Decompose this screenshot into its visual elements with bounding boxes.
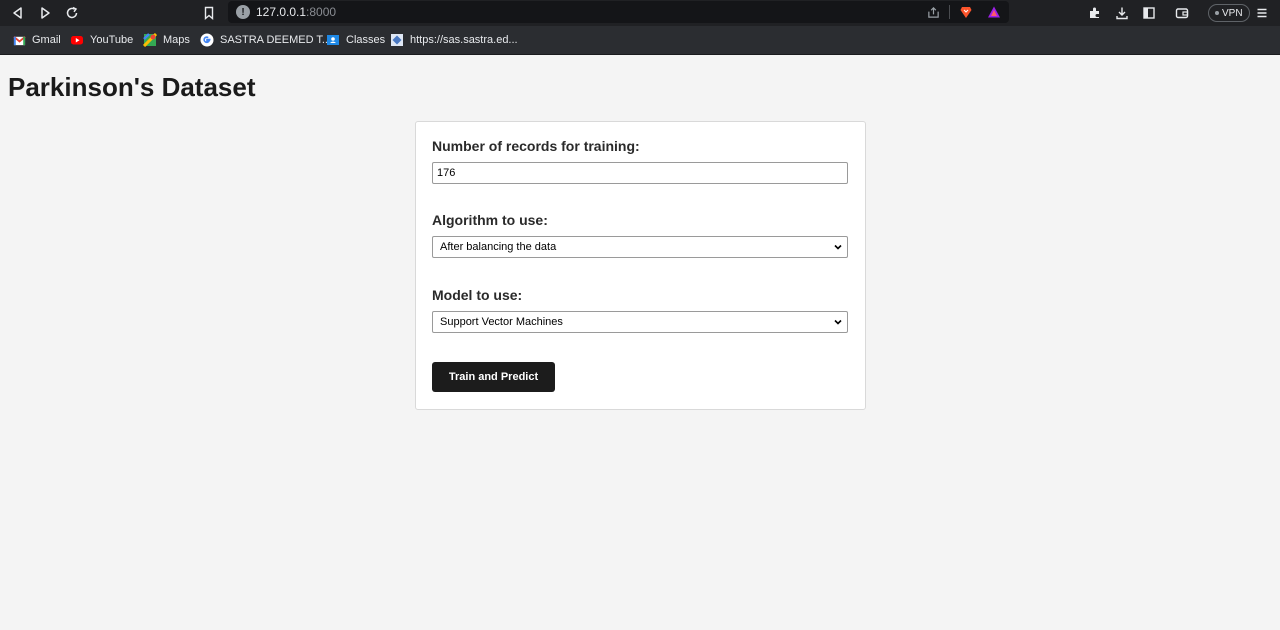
wallet-icon[interactable]	[1172, 3, 1192, 23]
algorithm-selected-value: After balancing the data	[440, 241, 557, 253]
bookmark-classes[interactable]: Classes	[326, 32, 385, 48]
share-icon[interactable]	[925, 4, 941, 20]
bookmark-gmail[interactable]: Gmail	[12, 32, 61, 48]
bookmark-sastra[interactable]: SASTRA DEEMED T...	[200, 32, 331, 48]
site-info-icon[interactable]: !	[236, 5, 250, 19]
address-separator	[949, 5, 950, 19]
brave-shields-icon[interactable]	[958, 4, 974, 20]
classroom-icon	[326, 33, 340, 47]
algorithm-select[interactable]: After balancing the data	[432, 236, 848, 258]
bookmark-sas-sastra[interactable]: https://sas.sastra.ed...	[390, 32, 518, 48]
train-and-predict-button[interactable]: Train and Predict	[432, 362, 555, 392]
google-icon	[200, 33, 214, 47]
bookmarks-bar: Gmail YouTube Maps SASTRA DEEMED T... Cl…	[0, 26, 1280, 55]
algorithm-label: Algorithm to use:	[432, 212, 548, 228]
chevron-down-icon	[834, 319, 842, 325]
training-form-card: Number of records for training: Algorith…	[415, 121, 866, 410]
menu-icon[interactable]	[1252, 3, 1272, 23]
bookmark-icon[interactable]	[199, 3, 219, 23]
maps-icon	[143, 33, 157, 47]
forward-icon[interactable]	[35, 3, 55, 23]
bookmark-maps[interactable]: Maps	[143, 32, 190, 48]
site-icon	[390, 33, 404, 47]
downloads-icon[interactable]	[1112, 3, 1132, 23]
sidebar-icon[interactable]	[1139, 3, 1159, 23]
url-text: 127.0.0.1:8000	[256, 5, 337, 19]
browser-toolbar: ! 127.0.0.1:8000 VPN	[0, 0, 1280, 26]
brave-rewards-icon[interactable]	[986, 4, 1002, 20]
vpn-status-icon	[1215, 11, 1219, 15]
model-selected-value: Support Vector Machines	[440, 316, 563, 328]
chevron-down-icon	[834, 244, 842, 250]
reload-icon[interactable]	[62, 3, 82, 23]
youtube-icon	[70, 33, 84, 47]
gmail-icon	[12, 33, 26, 47]
page-title: Parkinson's Dataset	[8, 72, 256, 102]
back-icon[interactable]	[8, 3, 28, 23]
address-bar[interactable]: ! 127.0.0.1:8000	[228, 1, 1009, 23]
extensions-icon[interactable]	[1085, 3, 1105, 23]
vpn-button[interactable]: VPN	[1208, 4, 1250, 22]
records-input[interactable]	[432, 162, 848, 184]
model-label: Model to use:	[432, 287, 523, 303]
bookmark-youtube[interactable]: YouTube	[70, 32, 133, 48]
records-label: Number of records for training:	[432, 138, 640, 154]
model-select[interactable]: Support Vector Machines	[432, 311, 848, 333]
